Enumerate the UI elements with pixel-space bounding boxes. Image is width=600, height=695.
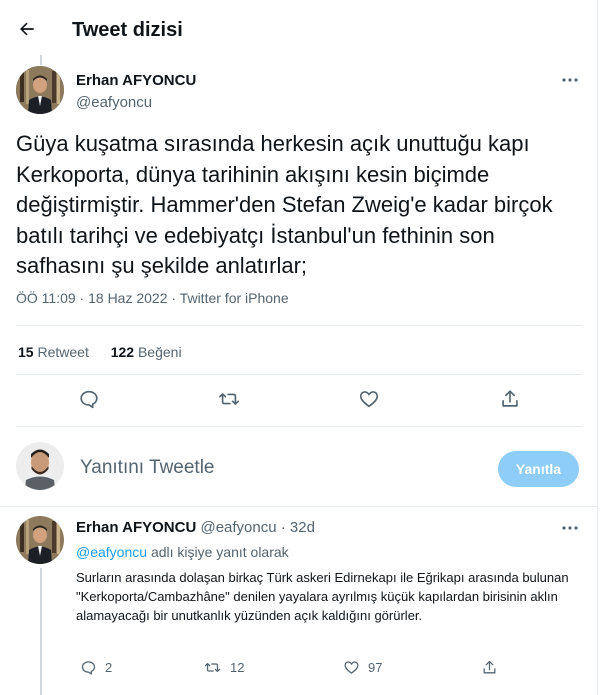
tweet-thread-page: Tweet dizisi Erhan AFYONCU @eafyoncu Güy… [0,0,598,695]
retweet-button[interactable] [214,384,244,414]
reply-author-handle[interactable]: @eafyoncu [200,519,276,536]
share-button[interactable] [495,384,525,414]
more-icon [562,526,578,530]
retweet-stat[interactable]: 15 Retweet [18,344,89,360]
tweet-timestamp[interactable]: ÖÖ 11:09 · 18 Haz 2022 · Twitter for iPh… [16,290,289,306]
divider [16,325,582,326]
more-options-button[interactable] [559,73,581,87]
replying-to-line: @eafyoncu adlı kişiye yanıt olarak [76,544,289,560]
author-avatar[interactable] [16,66,64,114]
share-icon [502,390,518,407]
share-icon [483,660,496,673]
reply-submit-button[interactable]: Yanıtla [498,451,579,487]
page-title: Tweet dizisi [72,19,183,41]
reply-tweet-share-button[interactable] [481,656,498,678]
reply-tweet-retweet-button[interactable]: 12 [203,656,244,678]
reply-tweet-text: Surların arasında dolaşan birkaç Türk as… [76,570,569,623]
reply-input[interactable]: Yanıtını Tweetle [80,457,215,479]
separator-dot: · [280,519,286,536]
like-icon [344,660,359,674]
avatar-image [16,66,64,114]
like-count: 122 [110,344,135,360]
reply-author-name[interactable]: Erhan AFYONCU [76,519,196,536]
divider [16,426,582,427]
divider [0,506,598,507]
tweet-text: Güya kuşatma sırasında herkesin açık unu… [16,131,553,278]
reply-tweet-like-button[interactable]: 97 [343,656,382,678]
author-name[interactable]: Erhan AFYONCU [76,72,196,89]
reply-tweet-reply-button[interactable]: 2 [80,656,112,678]
like-label: Beğeni [137,344,182,360]
tweet-stats: 15 Retweet 122 Beğeni [18,344,182,360]
reply-icon [81,660,96,675]
retweet-count: 15 [18,344,34,360]
reply-author-avatar[interactable] [16,516,64,564]
divider [16,374,582,375]
page-header: Tweet dizisi [0,0,598,60]
reply-count: 2 [105,659,113,675]
avatar-image [16,442,64,490]
current-user-avatar[interactable] [16,442,64,490]
replying-to-label: adlı kişiye yanıt olarak [150,544,289,560]
reply-icon [80,390,98,409]
retweet-icon [219,393,239,405]
thread-connector-line [40,55,42,65]
avatar-image [16,516,64,564]
author-handle[interactable]: @eafyoncu [76,94,152,111]
like-button[interactable] [354,384,384,414]
back-arrow-icon [20,22,34,36]
like-icon [359,391,379,408]
reply-tweet-header: Erhan AFYONCU @eafyoncu · 32d [76,519,315,536]
reply-more-options-button[interactable] [559,521,581,535]
more-icon [562,78,578,82]
thread-connector-line [40,568,42,695]
retweet-icon [204,662,221,672]
reply-button[interactable] [74,384,104,414]
retweet-label: Retweet [37,344,89,360]
like-stat[interactable]: 122 Beğeni [111,344,182,360]
like-count: 97 [368,659,383,675]
reply-age[interactable]: 32d [290,519,315,536]
reply-mention-link[interactable]: @eafyoncu [76,544,147,560]
back-button[interactable] [12,14,42,44]
retweet-count: 12 [230,659,245,675]
